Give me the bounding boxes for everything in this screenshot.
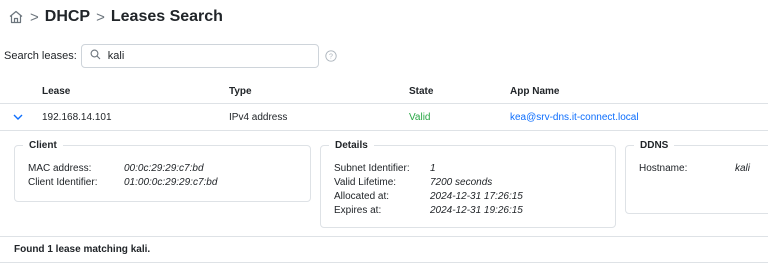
search-label: Search leases: [4,50,77,62]
column-header-lease: Lease [42,86,71,97]
ddns-card: DDNS [625,140,768,214]
help-circle-icon[interactable]: ? [325,50,337,62]
lease-type: IPv4 address [229,112,288,123]
subnet-identifier-label: Subnet Identifier: [334,163,410,174]
divider [0,236,768,237]
table-header: Lease Type State App Name [0,82,768,104]
hostname-value: kali [735,163,751,174]
table-row: 192.168.14.101 IPv4 address Valid kea@sr… [0,104,768,131]
app-name-link[interactable]: kea@srv-dns.it-connect.local [510,112,639,123]
svg-text:?: ? [329,54,333,61]
page-title: Leases Search [110,8,223,25]
hostname-label: Hostname: [639,163,688,174]
search-bar: Search leases: kali ? [4,44,337,68]
expires-at-label: Expires at: [334,205,382,216]
subnet-identifier-value: 1 [430,163,436,174]
column-header-app-name: App Name [510,86,560,97]
breadcrumb-section[interactable]: DHCP [45,8,90,26]
lease-address: 192.168.14.101 [42,112,112,123]
results-summary: Found 1 lease matching kali. [14,244,151,255]
mac-address-value: 00:0c:29:29:c7:bd [124,163,204,174]
divider [0,262,768,263]
search-input-value: kali [107,50,125,62]
chevron-down-icon[interactable] [12,111,24,123]
expires-at-value: 2024-12-31 19:26:15 [430,205,523,216]
ddns-card-title: DDNS [640,140,669,151]
valid-lifetime-value: 7200 seconds [430,177,493,188]
breadcrumb: > DHCP > Leases Search [8,6,223,28]
column-header-type: Type [229,86,252,97]
client-card-title: Client [29,140,57,151]
column-header-state: State [409,86,434,97]
valid-lifetime-label: Valid Lifetime: [334,177,397,188]
breadcrumb-separator: > [30,8,39,26]
search-input[interactable]: kali [80,44,319,68]
home-icon[interactable] [8,9,24,25]
client-identifier-label: Client Identifier: [28,177,98,188]
client-identifier-value: 01:00:0c:29:29:c7:bd [124,177,218,188]
mac-address-label: MAC address: [28,163,92,174]
allocated-at-value: 2024-12-31 17:26:15 [430,191,523,202]
lease-state: Valid [409,112,431,123]
search-icon [90,49,101,63]
breadcrumb-separator: > [96,8,105,26]
allocated-at-label: Allocated at: [334,191,390,202]
details-card-title: Details [335,140,368,151]
